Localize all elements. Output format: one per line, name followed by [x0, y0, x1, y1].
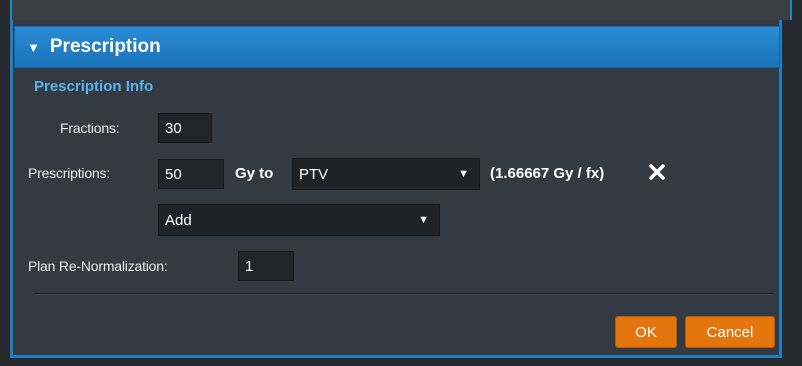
- chevron-down-icon: ▼: [458, 168, 469, 180]
- per-fraction-text: (1.66667 Gy / fx): [490, 165, 605, 182]
- add-select-value: Add: [165, 211, 192, 229]
- divider: [34, 293, 774, 295]
- fractions-input[interactable]: 30: [158, 113, 212, 143]
- window-frame: ▼ Prescription Prescription Info Fractio…: [0, 0, 802, 366]
- section-title: Prescription Info: [34, 78, 154, 95]
- cancel-button[interactable]: Cancel: [685, 316, 775, 348]
- prescriptions-label: Prescriptions:: [28, 165, 111, 181]
- structure-select[interactable]: PTV ▼: [292, 158, 480, 190]
- panel-title: Prescription: [49, 36, 161, 57]
- ok-button[interactable]: OK: [615, 316, 677, 348]
- structure-select-value: PTV: [299, 165, 329, 183]
- fractions-label: Fractions:: [60, 120, 120, 136]
- triangle-down-icon[interactable]: ▼: [27, 40, 40, 55]
- panel-header[interactable]: ▼ Prescription: [14, 26, 780, 68]
- top-strip: [10, 0, 792, 20]
- dose-unit-text: Gy to: [235, 165, 274, 182]
- chevron-down-icon: ▼: [418, 214, 429, 226]
- renormalization-label: Plan Re-Normalization:: [28, 258, 168, 274]
- add-prescription-select[interactable]: Add ▼: [158, 204, 440, 236]
- renormalization-input[interactable]: 1: [238, 251, 294, 281]
- dose-input[interactable]: 50: [158, 159, 224, 189]
- close-icon[interactable]: [648, 163, 666, 181]
